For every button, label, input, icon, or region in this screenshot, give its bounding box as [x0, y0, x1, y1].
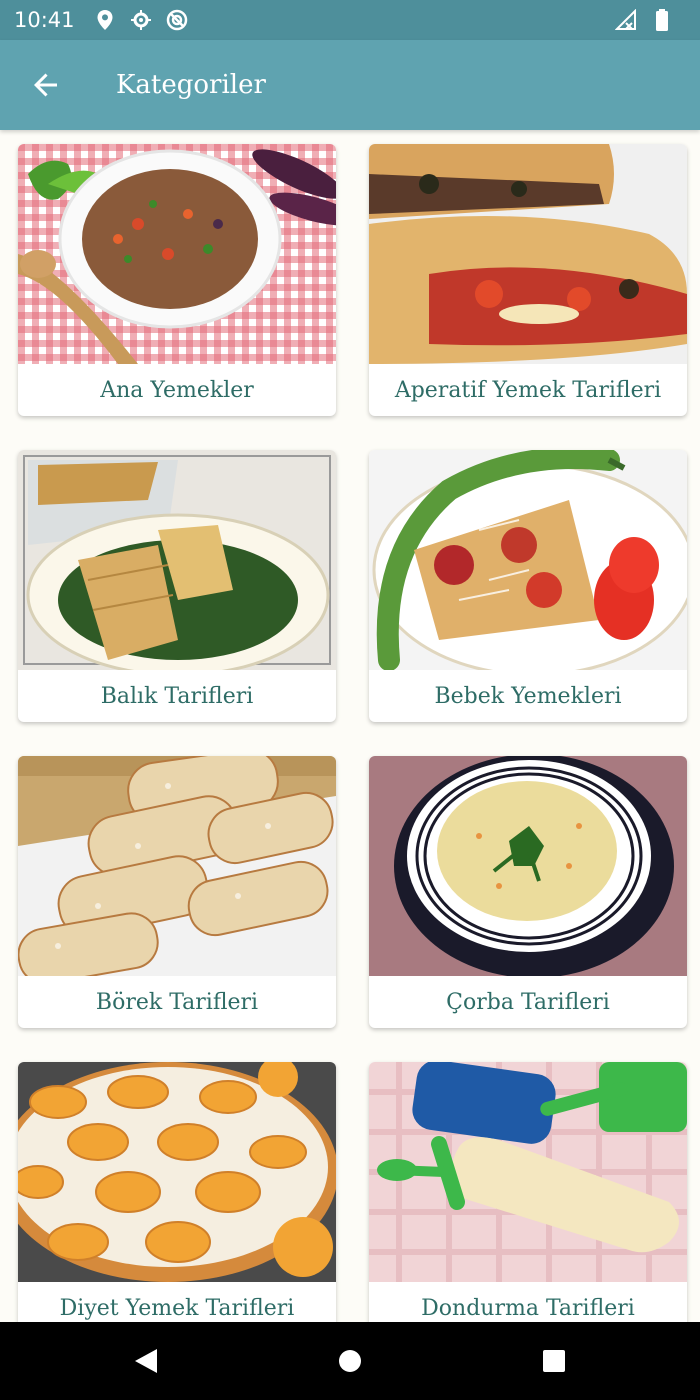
category-label: Diyet Yemek Tarifleri [59, 1295, 295, 1321]
nav-back-button[interactable] [116, 1331, 176, 1391]
signal-icon [614, 8, 638, 32]
nav-recents-button[interactable] [524, 1331, 584, 1391]
home-circle-icon [339, 1350, 361, 1372]
category-label: Çorba Tarifleri [446, 989, 610, 1015]
category-label: Dondurma Tarifleri [421, 1295, 635, 1321]
meat-stew-photo [18, 144, 336, 364]
category-card-balik[interactable]: Balık Tarifleri [18, 450, 336, 722]
back-button[interactable] [16, 55, 76, 115]
recents-square-icon [543, 1350, 565, 1372]
fish-fillet-photo [18, 450, 336, 670]
status-bar: 10:41 [0, 0, 700, 40]
no-disturb-icon [165, 8, 189, 32]
category-card-ana-yemekler[interactable]: Ana Yemekler [18, 144, 336, 416]
battery-icon [650, 8, 674, 32]
category-card-dondurma[interactable]: Dondurma Tarifleri [369, 1062, 687, 1322]
back-triangle-icon [135, 1349, 157, 1373]
pizza-with-pepper-photo [369, 450, 687, 670]
ice-pop-photo [369, 1062, 687, 1282]
arrow-back-icon [34, 73, 57, 97]
category-card-corba[interactable]: Çorba Tarifleri [369, 756, 687, 1028]
category-label: Aperatif Yemek Tarifleri [394, 377, 662, 403]
system-nav-bar [0, 1322, 700, 1400]
category-grid: Ana Yemekler Aperatif Yemek Tarifleri Ba… [0, 130, 700, 1322]
category-label: Börek Tarifleri [95, 989, 259, 1015]
category-card-aperatif[interactable]: Aperatif Yemek Tarifleri [369, 144, 687, 416]
apricot-tart-photo [18, 1062, 336, 1282]
category-card-borek[interactable]: Börek Tarifleri [18, 756, 336, 1028]
app-bar: Kategoriler [0, 40, 700, 130]
category-label: Balık Tarifleri [100, 683, 254, 709]
category-card-bebek[interactable]: Bebek Yemekleri [369, 450, 687, 722]
calzone-photo [369, 144, 687, 364]
soup-bowl-photo [369, 756, 687, 976]
location-icon [93, 8, 117, 32]
nav-home-button[interactable] [320, 1331, 380, 1391]
status-time: 10:41 [14, 8, 75, 32]
borek-rolls-photo [18, 756, 336, 976]
category-label: Bebek Yemekleri [434, 683, 622, 709]
settings-sync-icon [129, 8, 153, 32]
status-right-group [614, 8, 686, 32]
category-label: Ana Yemekler [100, 377, 254, 403]
page-title: Kategoriler [116, 70, 266, 100]
category-card-diyet[interactable]: Diyet Yemek Tarifleri [18, 1062, 336, 1322]
